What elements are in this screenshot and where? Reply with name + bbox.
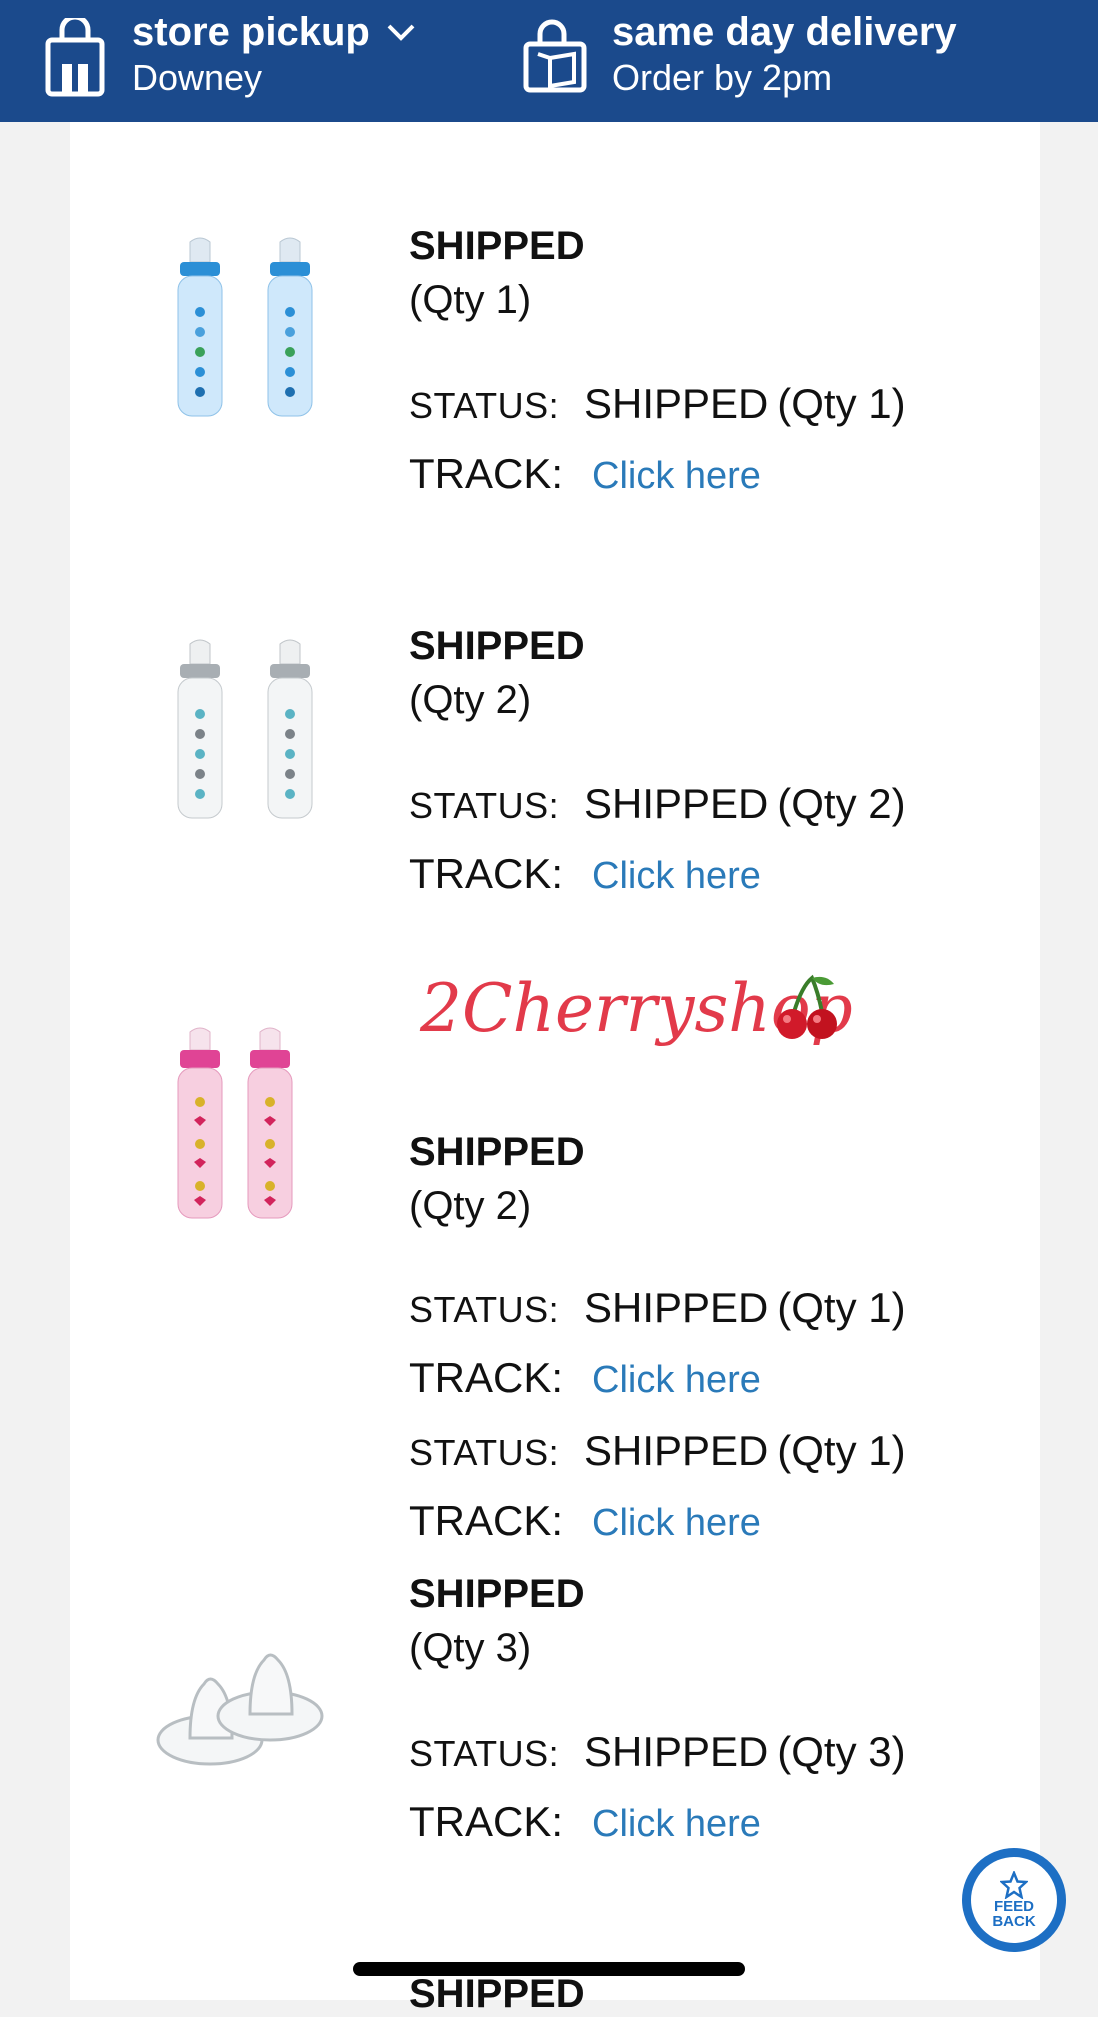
track-row: TRACK: Click here [409,1798,761,1846]
item-title: SHIPPED [409,1130,585,1174]
track-row: TRACK: Click here [409,1497,761,1545]
item-quantity: (Qty 2) [409,678,532,722]
track-link[interactable]: Click here [592,855,761,897]
status-value: SHIPPED [584,380,769,427]
status-value: SHIPPED [584,1284,769,1331]
status-value: SHIPPED [584,780,769,827]
track-row: TRACK: Click here [409,450,761,498]
product-image-clear-bottles [177,639,313,819]
store-pickup-title: store pickup [132,10,370,54]
delivery-box-icon [523,19,587,93]
product-image-blue-bottles [177,237,313,417]
top-bar: store pickup Downey same day delivery Or… [0,0,1098,122]
product-image-pink-bottles [177,1027,293,1219]
next-item-title: SHIPPED [409,1972,585,2016]
same-day-delivery[interactable]: same day delivery Order by 2pm [520,0,957,122]
track-row: TRACK: Click here [409,850,761,898]
status-label: STATUS: [409,785,560,826]
home-indicator[interactable] [353,1962,745,1976]
track-label: TRACK: [409,1497,564,1544]
track-link[interactable]: Click here [592,1803,761,1845]
status-row: STATUS: SHIPPED (Qty 3) [409,1728,906,1776]
feedback-label-line2: BACK [992,1913,1036,1930]
track-label: TRACK: [409,450,564,497]
star-icon [1000,1871,1028,1899]
store-location: Downey [132,57,263,98]
status-qty: (Qty 1) [777,1284,906,1331]
track-link[interactable]: Click here [592,1359,761,1401]
status-row: STATUS: SHIPPED (Qty 1) [409,380,906,428]
status-label: STATUS: [409,385,560,426]
chevron-down-icon [387,24,415,41]
status-row: STATUS: SHIPPED (Qty 2) [409,780,906,828]
store-bag-icon [45,18,105,97]
status-value: SHIPPED [584,1728,769,1775]
product-image-bottle-nipples [156,1653,324,1766]
track-label: TRACK: [409,850,564,897]
same-day-delivery-title: same day delivery [612,10,957,54]
order-items-panel: SHIPPED (Qty 1) STATUS: SHIPPED (Qty 1) T… [70,122,1040,2016]
track-row: TRACK: Click here [409,1354,761,1402]
status-row: STATUS: SHIPPED (Qty 1) [409,1427,906,1475]
status-label: STATUS: [409,1289,560,1330]
track-label: TRACK: [409,1354,564,1401]
track-link[interactable]: Click here [592,1502,761,1544]
status-value: SHIPPED [584,1427,769,1474]
feedback-button[interactable]: FEED BACK [962,1848,1066,1952]
item-quantity: (Qty 3) [409,1626,532,1670]
status-label: STATUS: [409,1432,560,1473]
status-row: STATUS: SHIPPED (Qty 1) [409,1284,906,1332]
feedback-label-line1: FEED [993,1898,1034,1915]
status-label: STATUS: [409,1733,560,1774]
status-qty: (Qty 3) [777,1728,906,1775]
track-link[interactable]: Click here [592,455,761,497]
item-title: SHIPPED [409,1572,585,1616]
track-label: TRACK: [409,1798,564,1845]
cherry-icon [777,974,837,1039]
store-pickup-selector[interactable]: store pickup Downey [40,0,416,122]
item-quantity: (Qty 2) [409,1184,532,1228]
status-qty: (Qty 1) [777,380,906,427]
status-qty: (Qty 2) [777,780,906,827]
delivery-cutoff-note: Order by 2pm [612,57,833,98]
item-title: SHIPPED [409,624,585,668]
item-quantity: (Qty 1) [409,278,532,322]
item-title: SHIPPED [409,224,585,268]
status-qty: (Qty 1) [777,1427,906,1474]
